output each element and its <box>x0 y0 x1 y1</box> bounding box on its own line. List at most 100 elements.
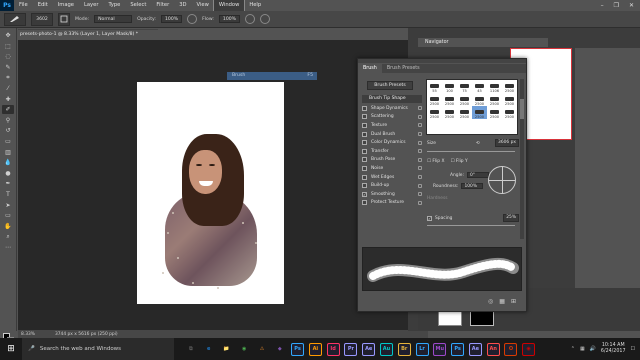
lock-icon[interactable] <box>418 166 422 171</box>
navigator-panel-header[interactable]: Navigator <box>418 38 548 47</box>
brush-tip-shape-option[interactable]: Brush Tip Shape <box>362 95 422 103</box>
network-icon[interactable]: ▦ <box>580 346 585 352</box>
brush-tool-preset-picker[interactable] <box>4 12 26 26</box>
pressure-opacity-icon[interactable] <box>187 14 198 24</box>
brush-tip-preset[interactable]: 2500 <box>487 93 502 106</box>
lock-icon[interactable] <box>418 114 422 119</box>
taskbar-app-icon[interactable]: Lr <box>415 342 429 356</box>
checkbox[interactable] <box>362 200 367 206</box>
lock-icon[interactable] <box>418 192 422 197</box>
quick-select-tool-icon[interactable]: ✎ <box>2 63 14 72</box>
menu-filter[interactable]: Filter <box>151 0 174 11</box>
checkbox[interactable] <box>362 105 367 111</box>
option-wet-edges[interactable]: Wet Edges <box>362 173 422 182</box>
taskbar-app-icon[interactable]: ◆ <box>273 343 286 356</box>
taskbar-app-icon[interactable]: Br <box>397 342 411 356</box>
layer-thumbnail[interactable] <box>438 310 462 326</box>
option-transfer[interactable]: Transfer <box>362 147 422 156</box>
brush-tip-preset[interactable]: 2500 <box>502 80 517 93</box>
checkbox[interactable] <box>362 165 367 171</box>
lock-icon[interactable] <box>418 140 422 145</box>
taskbar-clock[interactable]: 10:14 AM 6/24/2017 <box>601 343 626 355</box>
option-smoothing[interactable]: ✓ Smoothing <box>362 190 422 199</box>
menu-image[interactable]: Image <box>53 0 79 11</box>
taskbar-app-icon[interactable]: ⚠ <box>256 343 269 356</box>
flip-x-checkbox[interactable]: ☐ Flip X <box>427 159 445 164</box>
taskbar-app-icon[interactable]: ◉ <box>238 343 251 356</box>
flip-y-checkbox[interactable]: ☐ Flip Y <box>451 159 468 164</box>
minimize-icon[interactable]: – <box>601 2 604 9</box>
menu-3d[interactable]: 3D <box>174 0 191 11</box>
lock-icon[interactable] <box>418 157 422 162</box>
taskbar-app-icon[interactable]: Ps <box>451 342 465 356</box>
lock-icon[interactable] <box>418 132 422 137</box>
brush-tip-preset[interactable]: 2500 <box>442 106 457 119</box>
brush-tip-preset[interactable]: 2500 <box>442 93 457 106</box>
brush-size-picker[interactable]: 3602 <box>31 12 53 26</box>
blur-tool-icon[interactable]: 💧 <box>2 158 14 167</box>
brush-tip-preset[interactable]: 2500 <box>472 106 487 119</box>
volume-icon[interactable]: 🔊 <box>590 346 596 352</box>
taskbar-app-icon[interactable]: An <box>486 342 500 356</box>
healing-tool-icon[interactable]: ✚ <box>2 95 14 104</box>
menu-layer[interactable]: Layer <box>79 0 103 11</box>
menu-file[interactable]: File <box>14 0 33 11</box>
spacing-checkbox[interactable]: ✓ <box>427 215 432 221</box>
restore-icon[interactable]: ❐ <box>614 2 619 9</box>
clone-stamp-tool-icon[interactable]: ⚲ <box>2 116 14 125</box>
brush-tip-preset[interactable]: 2500 <box>457 93 472 106</box>
tab-brush[interactable]: Brush <box>358 64 382 73</box>
action-center-icon[interactable]: ☐ <box>631 346 635 352</box>
brush-grid-scroll-thumb[interactable] <box>520 99 524 119</box>
hand-tool-icon[interactable]: ✋ <box>2 222 14 231</box>
taskbar-app-icon[interactable]: Mu <box>433 342 447 356</box>
zoom-tool-icon[interactable]: ⌕ <box>2 232 14 241</box>
brush-tip-preset[interactable]: 2500 <box>487 106 502 119</box>
taskbar-app-icon[interactable]: ⧉ <box>184 343 197 356</box>
pressure-size-icon[interactable] <box>260 14 271 24</box>
reset-size-icon[interactable]: ⟲ <box>476 141 480 146</box>
size-input[interactable]: 3606 px <box>495 139 519 147</box>
size-slider[interactable] <box>427 151 515 152</box>
new-brush-icon[interactable]: ⊞ <box>511 298 516 305</box>
brush-tip-preset[interactable]: 100 <box>442 80 457 93</box>
taskbar-search[interactable]: 🎤 Search the web and Windows <box>22 338 174 360</box>
tab-brush-presets[interactable]: Brush Presets <box>382 64 425 73</box>
menu-edit[interactable]: Edit <box>33 0 53 11</box>
option-build-up[interactable]: Build-up <box>362 181 422 190</box>
taskbar-app-icon[interactable]: Ae <box>362 342 376 356</box>
marquee-tool-icon[interactable]: ⬚ <box>2 42 14 51</box>
document-tab[interactable]: presets-photo-1 @ 8.33% (Layer 1, Layer … <box>18 29 158 39</box>
zoom-level[interactable]: 8.33% <box>21 332 35 337</box>
option-texture[interactable]: Texture <box>362 121 422 130</box>
spacing-slider[interactable] <box>427 225 515 226</box>
history-brush-tool-icon[interactable]: ↺ <box>2 126 14 135</box>
brush-tip-preset[interactable]: 45 <box>472 80 487 93</box>
checkbox[interactable] <box>362 140 367 146</box>
checkbox[interactable] <box>362 174 367 180</box>
checkbox-checked[interactable]: ✓ <box>362 191 367 197</box>
roundness-input[interactable]: 100% <box>461 183 484 189</box>
lock-icon[interactable] <box>418 106 422 111</box>
eraser-tool-icon[interactable]: ▭ <box>2 137 14 146</box>
angle-roundness-dial[interactable] <box>488 166 516 194</box>
dodge-tool-icon[interactable]: ● <box>2 169 14 178</box>
more-tools-icon[interactable]: ⋯ <box>2 243 14 252</box>
layer-mask-thumbnail[interactable] <box>470 310 494 326</box>
checkbox[interactable] <box>362 183 367 189</box>
menu-type[interactable]: Type <box>103 0 125 11</box>
menu-view[interactable]: View <box>192 0 214 11</box>
airbrush-icon[interactable] <box>245 14 256 24</box>
grid-toggle-icon[interactable]: ▦ <box>499 298 505 305</box>
brush-tip-preset[interactable]: 2500 <box>427 93 442 106</box>
menu-select[interactable]: Select <box>125 0 151 11</box>
option-noise[interactable]: Noise <box>362 164 422 173</box>
checkbox[interactable] <box>362 114 367 120</box>
taskbar-app-icon[interactable]: Id <box>326 342 340 356</box>
brush-tip-preset[interactable]: 2500 <box>502 106 517 119</box>
taskbar-app-icon[interactable]: O <box>504 342 518 356</box>
taskbar-app-icon[interactable]: Pr <box>344 342 358 356</box>
brush-tip-preset[interactable]: 75 <box>457 80 472 93</box>
brush-presets-button[interactable]: Brush Presets <box>367 81 413 90</box>
document-canvas[interactable] <box>137 82 284 304</box>
